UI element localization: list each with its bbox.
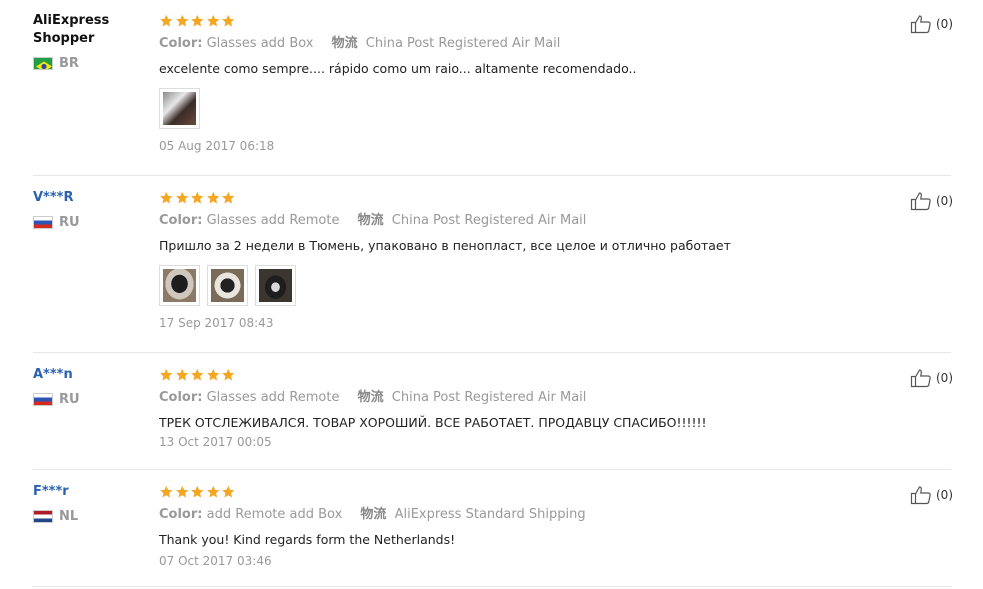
review-body: Color: Glasses add Box 物流 China Post Reg… — [159, 12, 879, 153]
thumbs-up-icon — [910, 15, 931, 34]
review-item: A***n RU Color: Glasses add Remote 物流 Ch… — [33, 366, 953, 470]
star-icon — [159, 485, 174, 499]
rating-stars — [159, 189, 879, 207]
review-date: 13 Oct 2017 00:05 — [159, 435, 272, 449]
review-body: Color: Glasses add Remote 物流 China Post … — [159, 366, 879, 449]
color-label: Color: — [159, 390, 203, 405]
star-icon — [159, 191, 174, 205]
country-code: NL — [59, 509, 79, 524]
star-icon — [175, 368, 190, 382]
color-value: Glasses add Box — [206, 36, 314, 51]
star-icon — [159, 368, 174, 382]
like-count: (0) — [936, 488, 953, 502]
review-photo-thumbnail[interactable] — [255, 265, 296, 306]
review-item: V***R RU Color: Glasses add Remote 物流 Ch… — [33, 189, 953, 353]
order-info: Color: add Remote add Box 物流 AliExpress … — [159, 507, 879, 523]
country-code: RU — [59, 392, 80, 407]
color-label: Color: — [159, 36, 203, 51]
review-date: 05 Aug 2017 06:18 — [159, 139, 275, 153]
color-label: Color: — [159, 507, 203, 522]
review-text: excelente como sempre.... rápido como um… — [159, 61, 637, 76]
star-icon — [221, 485, 236, 499]
like-count: (0) — [936, 17, 953, 31]
reviewer-name[interactable]: AliExpress — [33, 12, 153, 30]
review-photo-thumbnail[interactable] — [207, 265, 248, 306]
review-item: AliExpress Shopper BR Color: Glasses add… — [33, 12, 953, 176]
order-info: Color: Glasses add Box 物流 China Post Reg… — [159, 36, 879, 52]
review-photos — [159, 88, 879, 129]
shipping-label: 物流 — [357, 213, 384, 228]
thumbs-up-icon — [910, 369, 931, 388]
shipping-value: AliExpress Standard Shipping — [394, 507, 586, 522]
review-date: 07 Oct 2017 03:46 — [159, 554, 272, 568]
reviewer-info: F***r NL — [33, 483, 153, 524]
brazil-flag-icon — [33, 57, 53, 70]
star-icon — [206, 485, 221, 499]
thumbs-up-icon — [910, 486, 931, 505]
star-icon — [206, 368, 221, 382]
shipping-label: 物流 — [360, 507, 387, 522]
russia-flag-icon — [33, 393, 53, 406]
rating-stars — [159, 12, 879, 30]
star-icon — [206, 191, 221, 205]
review-photos — [159, 265, 879, 306]
like-button[interactable]: (0) — [910, 485, 953, 505]
shipping-value: China Post Registered Air Mail — [365, 36, 561, 51]
reviewer-country: NL — [33, 509, 153, 524]
rating-stars — [159, 366, 879, 384]
reviewer-name[interactable]: F***r — [33, 483, 153, 501]
reviewer-info: AliExpress Shopper BR — [33, 12, 153, 71]
review-text: Thank you! Kind regards form the Netherl… — [159, 532, 456, 547]
thumbs-up-icon — [910, 192, 931, 211]
star-icon — [190, 368, 205, 382]
review-photo-thumbnail[interactable] — [159, 265, 200, 306]
shipping-label: 物流 — [357, 390, 384, 405]
review-date: 17 Sep 2017 08:43 — [159, 316, 274, 330]
order-info: Color: Glasses add Remote 物流 China Post … — [159, 390, 879, 406]
star-icon — [190, 191, 205, 205]
reviewer-country: RU — [33, 392, 153, 407]
like-button[interactable]: (0) — [910, 368, 953, 388]
like-count: (0) — [936, 194, 953, 208]
reviewer-info: V***R RU — [33, 189, 153, 230]
like-button[interactable]: (0) — [910, 191, 953, 211]
star-icon — [221, 368, 236, 382]
review-text: Пришло за 2 недели в Тюмень, упаковано в… — [159, 238, 731, 253]
rating-stars — [159, 483, 879, 501]
russia-flag-icon — [33, 216, 53, 229]
review-text: ТРЕК ОТСЛЕЖИВАЛСЯ. ТОВАР ХОРОШИЙ. ВСЕ РА… — [159, 415, 707, 430]
review-body: Color: Glasses add Remote 物流 China Post … — [159, 189, 879, 330]
review-photo-thumbnail[interactable] — [159, 88, 200, 129]
star-icon — [175, 14, 190, 28]
shipping-value: China Post Registered Air Mail — [391, 390, 587, 405]
reviewer-name[interactable]: Shopper — [33, 30, 153, 48]
review-body: Color: add Remote add Box 物流 AliExpress … — [159, 483, 879, 568]
reviewer-country: RU — [33, 215, 153, 230]
like-button[interactable]: (0) — [910, 14, 953, 34]
reviewer-name[interactable]: V***R — [33, 189, 153, 207]
star-icon — [206, 14, 221, 28]
star-icon — [190, 14, 205, 28]
star-icon — [221, 191, 236, 205]
star-icon — [175, 485, 190, 499]
shipping-label: 物流 — [331, 36, 358, 51]
reviewer-info: A***n RU — [33, 366, 153, 407]
star-icon — [190, 485, 205, 499]
color-label: Color: — [159, 213, 203, 228]
netherlands-flag-icon — [33, 510, 53, 523]
country-code: BR — [59, 56, 79, 71]
order-info: Color: Glasses add Remote 物流 China Post … — [159, 213, 879, 229]
shipping-value: China Post Registered Air Mail — [391, 213, 587, 228]
color-value: add Remote add Box — [206, 507, 343, 522]
reviewer-country: BR — [33, 56, 153, 71]
like-count: (0) — [936, 371, 953, 385]
star-icon — [221, 14, 236, 28]
star-icon — [159, 14, 174, 28]
star-icon — [175, 191, 190, 205]
color-value: Glasses add Remote — [206, 390, 340, 405]
color-value: Glasses add Remote — [206, 213, 340, 228]
country-code: RU — [59, 215, 80, 230]
review-item: F***r NL Color: add Remote add Box 物流 Al… — [33, 483, 953, 587]
reviewer-name[interactable]: A***n — [33, 366, 153, 384]
